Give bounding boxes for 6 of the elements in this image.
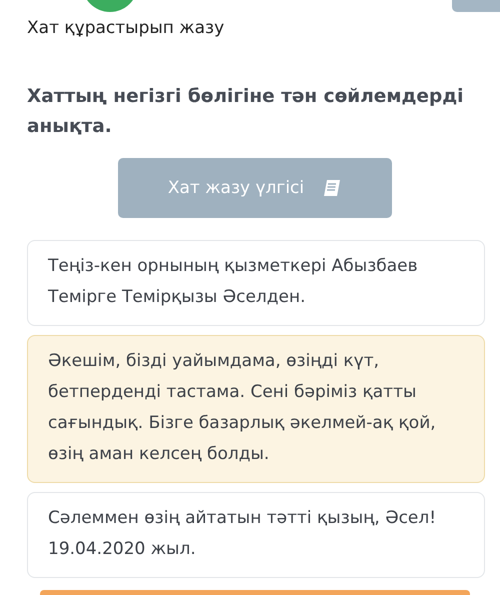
question-text: Хаттың негізгі бөлігіне тән сөйлемдерді анықта. <box>27 85 464 139</box>
page-title: Хат құрастырып жазу <box>27 18 224 38</box>
answer-option[interactable]: Сәлеммен өзің айтатын тәтті қызың, Әсел! 19.04.2020 жыл. <box>27 492 485 578</box>
answer-option[interactable]: Теңіз-кен орнының қызметкері Абызбаев Темірге Темірқызы Әселден. <box>27 240 485 326</box>
book-icon <box>322 179 342 197</box>
answer-option[interactable]: Әкешім, бізді уайымдама, өзіңді күт, бетперденді тастама. Сені бәріміз қатты сағындық. Бізге базарлық әкелмей-ақ қой, өзің аман келсең болды. <box>27 335 485 483</box>
